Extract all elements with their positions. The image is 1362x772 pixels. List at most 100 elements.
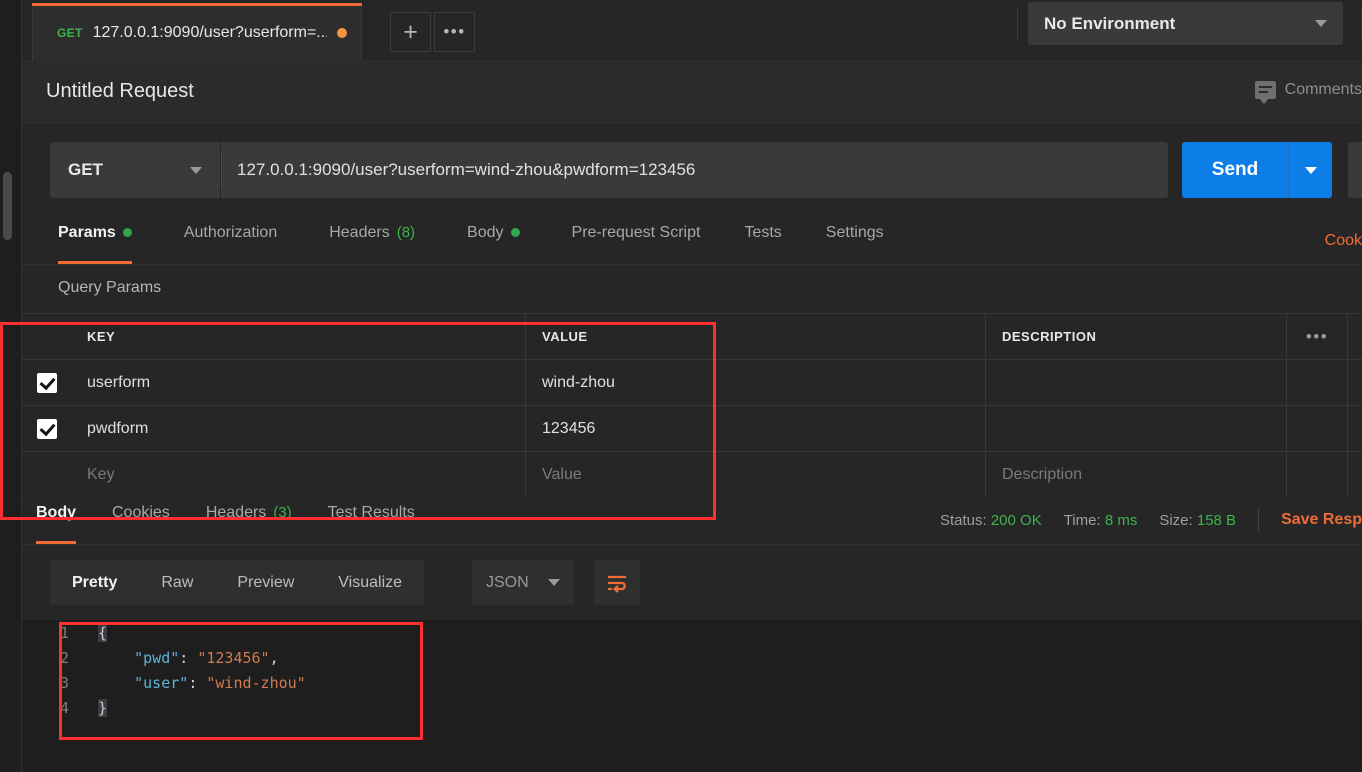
page-title: Untitled Request [46, 80, 194, 103]
query-params-table: KEYVALUEDESCRIPTION•••userformwind-zhoup… [22, 313, 1362, 497]
new-tab-button[interactable]: + [390, 12, 431, 52]
http-method-label: GET [68, 160, 103, 180]
http-method-select[interactable]: GET [50, 142, 220, 198]
code-line: 1{ [60, 620, 306, 645]
tab-count: (8) [397, 224, 415, 241]
response-tab-headers[interactable]: Headers(3) [206, 495, 292, 544]
row-spacer [1286, 406, 1348, 451]
line-number: 2 [60, 649, 88, 667]
row-enable-checkbox[interactable] [22, 406, 71, 451]
response-json-code: 1{2 "pwd": "123456",3 "user": "wind-zhou… [60, 620, 306, 720]
new-param-description-input-text: Description [1002, 466, 1082, 484]
tab-count: (3) [273, 504, 291, 521]
save-button[interactable]: Sa [1348, 142, 1362, 198]
response-body-viewer[interactable]: 1{2 "pwd": "123456",3 "user": "wind-zhou… [22, 620, 1362, 772]
request-tab-tests[interactable]: Tests [744, 215, 781, 264]
code-line: 3 "user": "wind-zhou" [60, 670, 306, 695]
code-text: "pwd": "123456", [98, 649, 279, 667]
token-p: : [179, 649, 197, 667]
word-wrap-button[interactable] [594, 560, 640, 605]
table-row: userform wind-zhou [22, 359, 1362, 405]
tab-overflow-menu-button[interactable]: ••• [434, 12, 475, 52]
response-tab-test-results[interactable]: Test Results [328, 495, 415, 544]
bulk-edit-menu-button[interactable]: ••• [1286, 314, 1348, 359]
status-badge: Status: 200 OK [940, 512, 1042, 529]
code-line: 2 "pwd": "123456", [60, 645, 306, 670]
response-viewer-toolbar: Pretty Raw Preview Visualize JSON [22, 545, 1362, 620]
sidebar-scrollbar-thumb[interactable] [3, 172, 12, 240]
param-key-cell-text: userform [87, 374, 150, 392]
row-spacer [1286, 360, 1348, 405]
param-key-cell[interactable]: pwdform [71, 406, 526, 451]
save-response-button[interactable]: Save Resp [1281, 511, 1362, 529]
tab-bar: GET 127.0.0.1:9090/user?userform=... + •… [22, 0, 1362, 61]
tab-label: Headers [329, 224, 389, 242]
tab-label: Body [36, 504, 76, 522]
response-size-value: 158 B [1197, 512, 1236, 529]
param-value-cell[interactable]: 123456 [526, 406, 986, 451]
response-tab-body[interactable]: Body [36, 495, 76, 544]
send-options-button[interactable] [1288, 142, 1332, 198]
table-header-row: KEYVALUEDESCRIPTION••• [22, 313, 1362, 359]
view-mode-visualize[interactable]: Visualize [338, 574, 402, 592]
code-text: "user": "wind-zhou" [98, 674, 306, 692]
checkbox-checked-icon [37, 419, 57, 439]
tab-label: Settings [826, 224, 884, 242]
request-tab-pre-request-script[interactable]: Pre-request Script [572, 215, 701, 264]
comments-button[interactable]: Comments [1255, 81, 1362, 99]
new-param-key-input[interactable]: Key [71, 452, 526, 497]
comments-label: Comments [1285, 81, 1362, 99]
column-header-key: KEY [71, 314, 526, 359]
line-number: 4 [60, 699, 88, 717]
response-tab-cookies[interactable]: Cookies [112, 495, 170, 544]
table-row-placeholder: Key Value Description [22, 451, 1362, 497]
column-header-label: KEY [87, 329, 115, 344]
cookies-link[interactable]: Cook [1325, 232, 1362, 250]
checkbox-checked-icon [37, 373, 57, 393]
request-tab-authorization[interactable]: Authorization [184, 215, 277, 264]
postman-window: GET 127.0.0.1:9090/user?userform=... + •… [0, 0, 1362, 772]
param-value-cell-text: 123456 [542, 420, 595, 438]
view-mode-raw[interactable]: Raw [161, 574, 193, 592]
new-param-description-input[interactable]: Description [986, 452, 1286, 497]
request-tab-headers[interactable]: Headers (8) [329, 215, 415, 264]
send-label: Send [1182, 159, 1288, 181]
new-param-value-input[interactable]: Value [526, 452, 986, 497]
response-time: Time: 8 ms [1064, 512, 1138, 529]
request-tab-body[interactable]: Body [467, 215, 519, 264]
left-rail [0, 0, 22, 772]
url-input[interactable]: 127.0.0.1:9090/user?userform=wind-zhou&p… [221, 142, 1168, 198]
response-status-group: Status: 200 OKTime: 8 msSize: 158 BSave … [940, 509, 1362, 531]
param-value-cell[interactable]: wind-zhou [526, 360, 986, 405]
view-mode-preview[interactable]: Preview [237, 574, 294, 592]
url-text: 127.0.0.1:9090/user?userform=wind-zhou&p… [237, 160, 695, 180]
status-badge-value: 200 OK [991, 512, 1042, 529]
new-param-value-input-text: Value [542, 466, 582, 484]
send-button[interactable]: Send [1182, 142, 1332, 198]
comment-bubble-icon [1255, 81, 1276, 99]
param-value-cell-text: wind-zhou [542, 374, 615, 392]
view-mode-pretty[interactable]: Pretty [72, 574, 117, 592]
request-tab-params[interactable]: Params [58, 215, 132, 264]
has-content-dot-icon [123, 228, 132, 237]
request-tab-active[interactable]: GET 127.0.0.1:9090/user?userform=... [32, 3, 362, 61]
tab-label: Cookies [112, 504, 170, 522]
param-description-cell[interactable] [986, 360, 1286, 405]
environment-selector[interactable]: No Environment [1028, 2, 1343, 45]
column-header-value: VALUE [526, 314, 986, 359]
chevron-down-icon [190, 167, 202, 174]
env-left-divider [1017, 8, 1018, 40]
request-tab-title: 127.0.0.1:9090/user?userform=... [93, 24, 327, 42]
request-tab-settings[interactable]: Settings [826, 215, 884, 264]
response-language-select[interactable]: JSON [472, 560, 574, 605]
environment-label: No Environment [1044, 14, 1175, 34]
code-line: 4} [60, 695, 306, 720]
param-key-cell[interactable]: userform [71, 360, 526, 405]
param-description-cell[interactable] [986, 406, 1286, 451]
word-wrap-icon [606, 573, 628, 593]
tab-label: Pre-request Script [572, 224, 701, 242]
unsaved-changes-dot-icon [337, 28, 347, 38]
token-s: "wind-zhou" [206, 674, 305, 692]
row-enable-checkbox[interactable] [22, 360, 71, 405]
line-number: 3 [60, 674, 88, 692]
